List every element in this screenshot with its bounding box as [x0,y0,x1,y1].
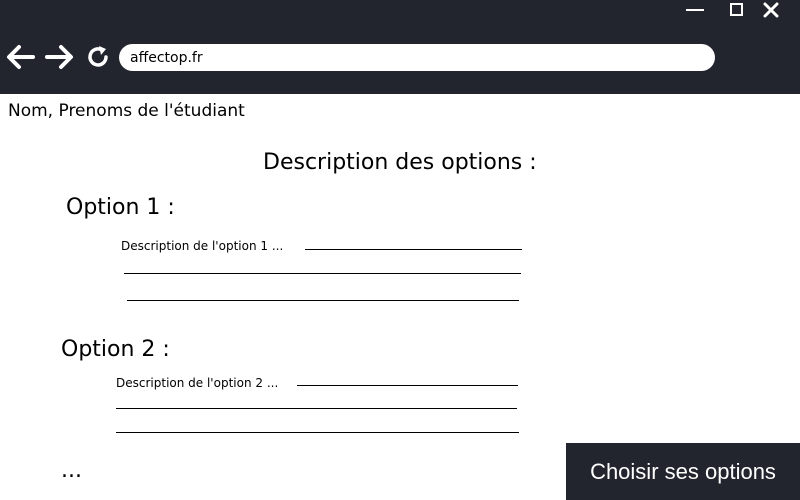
address-bar[interactable]: affectop.fr [119,44,715,71]
maximize-icon[interactable] [722,0,752,20]
arrow-right-icon[interactable] [45,42,75,72]
url-text: affectop.fr [130,49,203,66]
reload-icon[interactable] [83,42,113,72]
option-2-line-1 [297,385,518,386]
option-1-line-1 [305,249,522,250]
option-1-heading: Option 1 : [66,195,175,220]
arrow-left-icon[interactable] [5,42,35,72]
more-options-ellipsis: ... [61,458,82,483]
option-2-line-3 [116,432,519,433]
minimize-icon[interactable] [680,0,710,20]
option-2-heading: Option 2 : [61,337,170,362]
student-name: Nom, Prenoms de l'étudiant [8,101,245,121]
choose-options-button[interactable]: Choisir ses options [566,443,800,500]
option-2-line-2 [116,408,517,409]
page-title: Description des options : [263,150,537,175]
option-1-description: Description de l'option 1 ... [121,239,284,253]
option-1-line-3 [127,300,519,301]
option-2-description: Description de l'option 2 ... [116,376,279,390]
browser-chrome: affectop.fr [0,0,800,94]
option-1-line-2 [124,273,521,274]
close-icon[interactable] [756,0,786,20]
